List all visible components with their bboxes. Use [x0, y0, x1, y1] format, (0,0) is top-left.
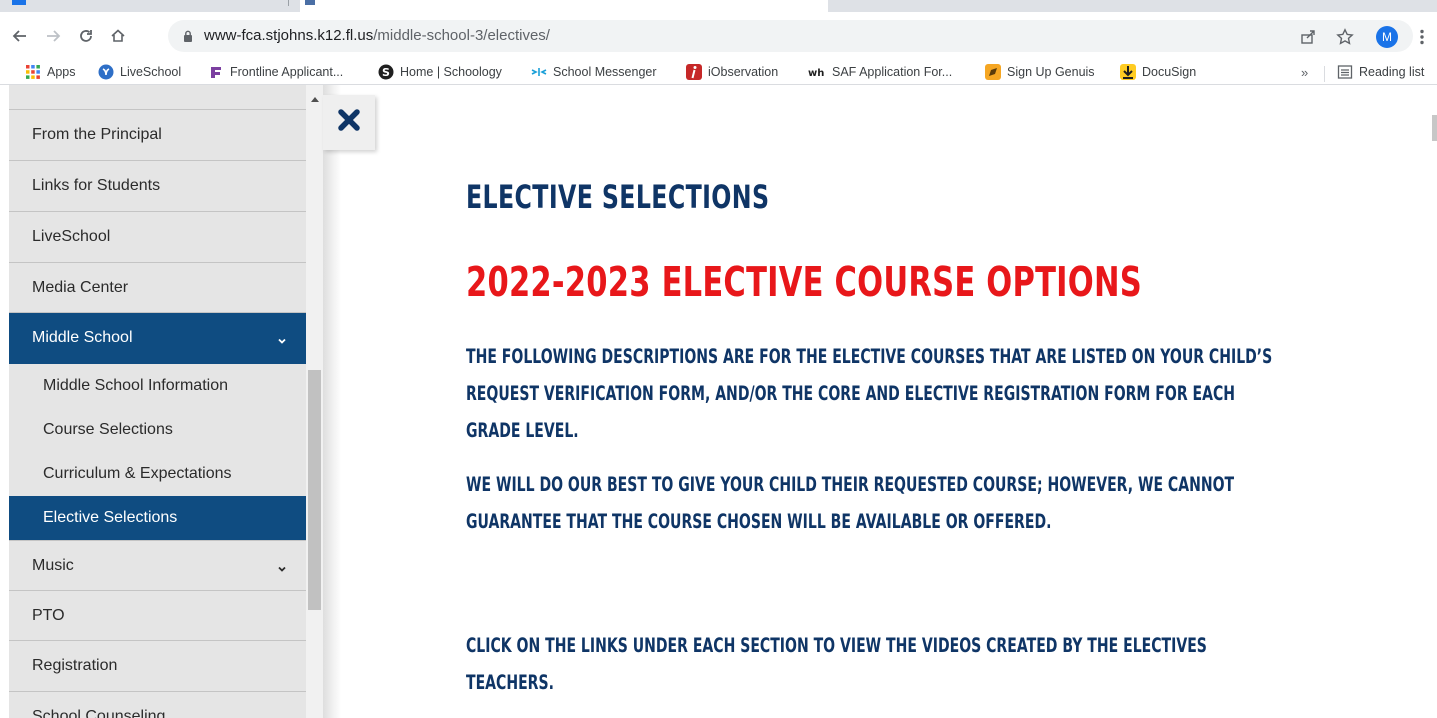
- forward-icon[interactable]: [39, 22, 67, 50]
- bookmark-iobservation[interactable]: iObservation: [686, 62, 778, 82]
- sidebar-scroll-thumb[interactable]: [308, 370, 321, 610]
- iobservation-icon: [686, 64, 702, 80]
- sidebar-item-middle-school[interactable]: Middle School: [9, 313, 306, 364]
- videos-paragraph: Click on the links under each section to…: [466, 634, 1207, 694]
- sidebar-item-pto[interactable]: PTO: [9, 591, 306, 641]
- bookmark-label: School Messenger: [553, 65, 657, 79]
- share-icon[interactable]: [1296, 26, 1320, 48]
- home-icon[interactable]: [104, 22, 132, 50]
- apps-grid-icon: [25, 64, 41, 80]
- tab-separator: [288, 0, 289, 6]
- bookmark-label: Home | Schoology: [400, 65, 502, 79]
- saf-icon: wh: [808, 64, 826, 80]
- liveschool-icon: [98, 64, 114, 80]
- svg-text:S: S: [382, 66, 390, 79]
- bookmarks-overflow-button[interactable]: »: [1301, 62, 1308, 82]
- sidebar-item-label: Elective Selections: [43, 509, 178, 526]
- page-scrollbar[interactable]: [1430, 85, 1437, 718]
- close-menu-button[interactable]: [323, 95, 375, 150]
- back-icon[interactable]: [6, 22, 34, 50]
- intro-paragraph: The following descriptions are for the e…: [466, 345, 1273, 442]
- page-title: ELECTIVE SELECTIONS: [466, 178, 770, 216]
- svg-text:wh: wh: [808, 68, 824, 79]
- bookmark-schoology[interactable]: S Home | Schoology: [378, 62, 502, 82]
- page-scroll-thumb[interactable]: [1432, 115, 1437, 141]
- kebab-menu-icon[interactable]: [1412, 26, 1432, 48]
- bookmarks-divider: [1324, 66, 1325, 82]
- bookmark-label: SAF Application For...: [832, 65, 953, 79]
- bookmark-frontline[interactable]: Frontline Applicant...: [208, 62, 343, 82]
- bookmark-label: Frontline Applicant...: [230, 65, 344, 79]
- bookmark-docusign[interactable]: DocuSign: [1120, 62, 1196, 82]
- schoology-icon: S: [378, 64, 394, 80]
- scroll-up-arrow-icon[interactable]: [311, 97, 319, 102]
- sidebar-item-middle-school-information[interactable]: Middle School Information: [9, 364, 306, 408]
- sidebar-item-music[interactable]: Music: [9, 540, 306, 591]
- reading-list-icon: [1337, 64, 1353, 80]
- bookmark-liveschool[interactable]: LiveSchool: [98, 62, 181, 82]
- tab-search-icon[interactable]: [12, 0, 26, 5]
- chevron-down-icon[interactable]: [277, 333, 287, 344]
- bookmark-label: Apps: [47, 65, 76, 79]
- star-icon[interactable]: [1333, 26, 1357, 48]
- sidebar-shadow: [323, 85, 341, 718]
- sidebar-item-label: Media Center: [32, 278, 129, 296]
- sidebar-item-label: Curriculum & Expectations: [43, 465, 232, 482]
- bookmark-label: Sign Up Genuis: [1007, 65, 1095, 79]
- reading-list-button[interactable]: Reading list: [1337, 62, 1424, 82]
- sidebar-item-school-counseling[interactable]: School Counseling: [9, 692, 306, 718]
- sidebar-item-liveschool[interactable]: LiveSchool: [9, 212, 306, 263]
- profile-avatar[interactable]: M: [1376, 26, 1398, 48]
- url-path: /middle-school-3/electives/: [373, 27, 550, 44]
- sidebar-item-label: Course Selections: [43, 421, 173, 438]
- messenger-icon: [531, 64, 547, 80]
- sidebar-item-curriculum-expectations[interactable]: Curriculum & Expectations: [9, 452, 306, 496]
- signup-icon: [985, 64, 1001, 80]
- reload-icon[interactable]: [72, 22, 100, 50]
- availability-paragraph: We will do our best to give your child t…: [466, 473, 1235, 533]
- bookmark-apps[interactable]: Apps: [25, 62, 76, 82]
- active-tab[interactable]: [300, 0, 828, 12]
- bookmark-saf-application[interactable]: wh SAF Application For...: [808, 62, 952, 82]
- lock-icon[interactable]: [181, 29, 195, 43]
- sidebar-item-elective-selections[interactable]: Elective Selections: [9, 496, 306, 540]
- bookmark-label: LiveSchool: [120, 65, 182, 79]
- bookmark-label: iObservation: [708, 65, 779, 79]
- sidebar-item-links-for-students[interactable]: Links for Students: [9, 161, 306, 212]
- sidebar-item-from-the-principal[interactable]: From the Principal: [9, 110, 306, 161]
- sidebar-nav: From the Principal Links for Students Li…: [9, 85, 306, 718]
- sidebar-item-label: Links for Students: [32, 177, 161, 194]
- tab-favicon-icon: [305, 0, 315, 5]
- sidebar-item-label: LiveSchool: [32, 228, 111, 245]
- chevron-down-icon[interactable]: [277, 561, 287, 572]
- sidebar-item-media-center[interactable]: Media Center: [9, 263, 306, 313]
- docusign-icon: [1120, 64, 1136, 80]
- sidebar-item-label: Music: [32, 556, 74, 574]
- close-icon: [336, 107, 362, 138]
- sidebar-item-label: School Counseling: [32, 707, 166, 718]
- sidebar-item-registration[interactable]: Registration: [9, 641, 306, 692]
- frontline-icon: [208, 64, 224, 80]
- sidebar-item-label: From the Principal: [32, 126, 162, 143]
- sidebar-item-label: Middle School Information: [43, 377, 228, 394]
- section-heading: 2022-2023 ELECTIVE COURSE OPTIONS: [466, 258, 1142, 306]
- sidebar-item-course-selections[interactable]: Course Selections: [9, 408, 306, 452]
- url-text[interactable]: www-fca.stjohns.k12.fl.us/middle-school-…: [204, 26, 550, 46]
- bookmark-sign-up-genius[interactable]: Sign Up Genuis: [985, 62, 1095, 82]
- sidebar-item-label: PTO: [32, 606, 65, 624]
- url-host: www-fca.stjohns.k12.fl.us: [204, 27, 374, 44]
- sidebar-item-label: Middle School: [32, 329, 133, 346]
- reading-list-label: Reading list: [1359, 65, 1425, 79]
- bookmark-school-messenger[interactable]: School Messenger: [531, 62, 657, 82]
- bookmark-label: DocuSign: [1142, 65, 1197, 79]
- sidebar-item-label: Registration: [32, 657, 118, 674]
